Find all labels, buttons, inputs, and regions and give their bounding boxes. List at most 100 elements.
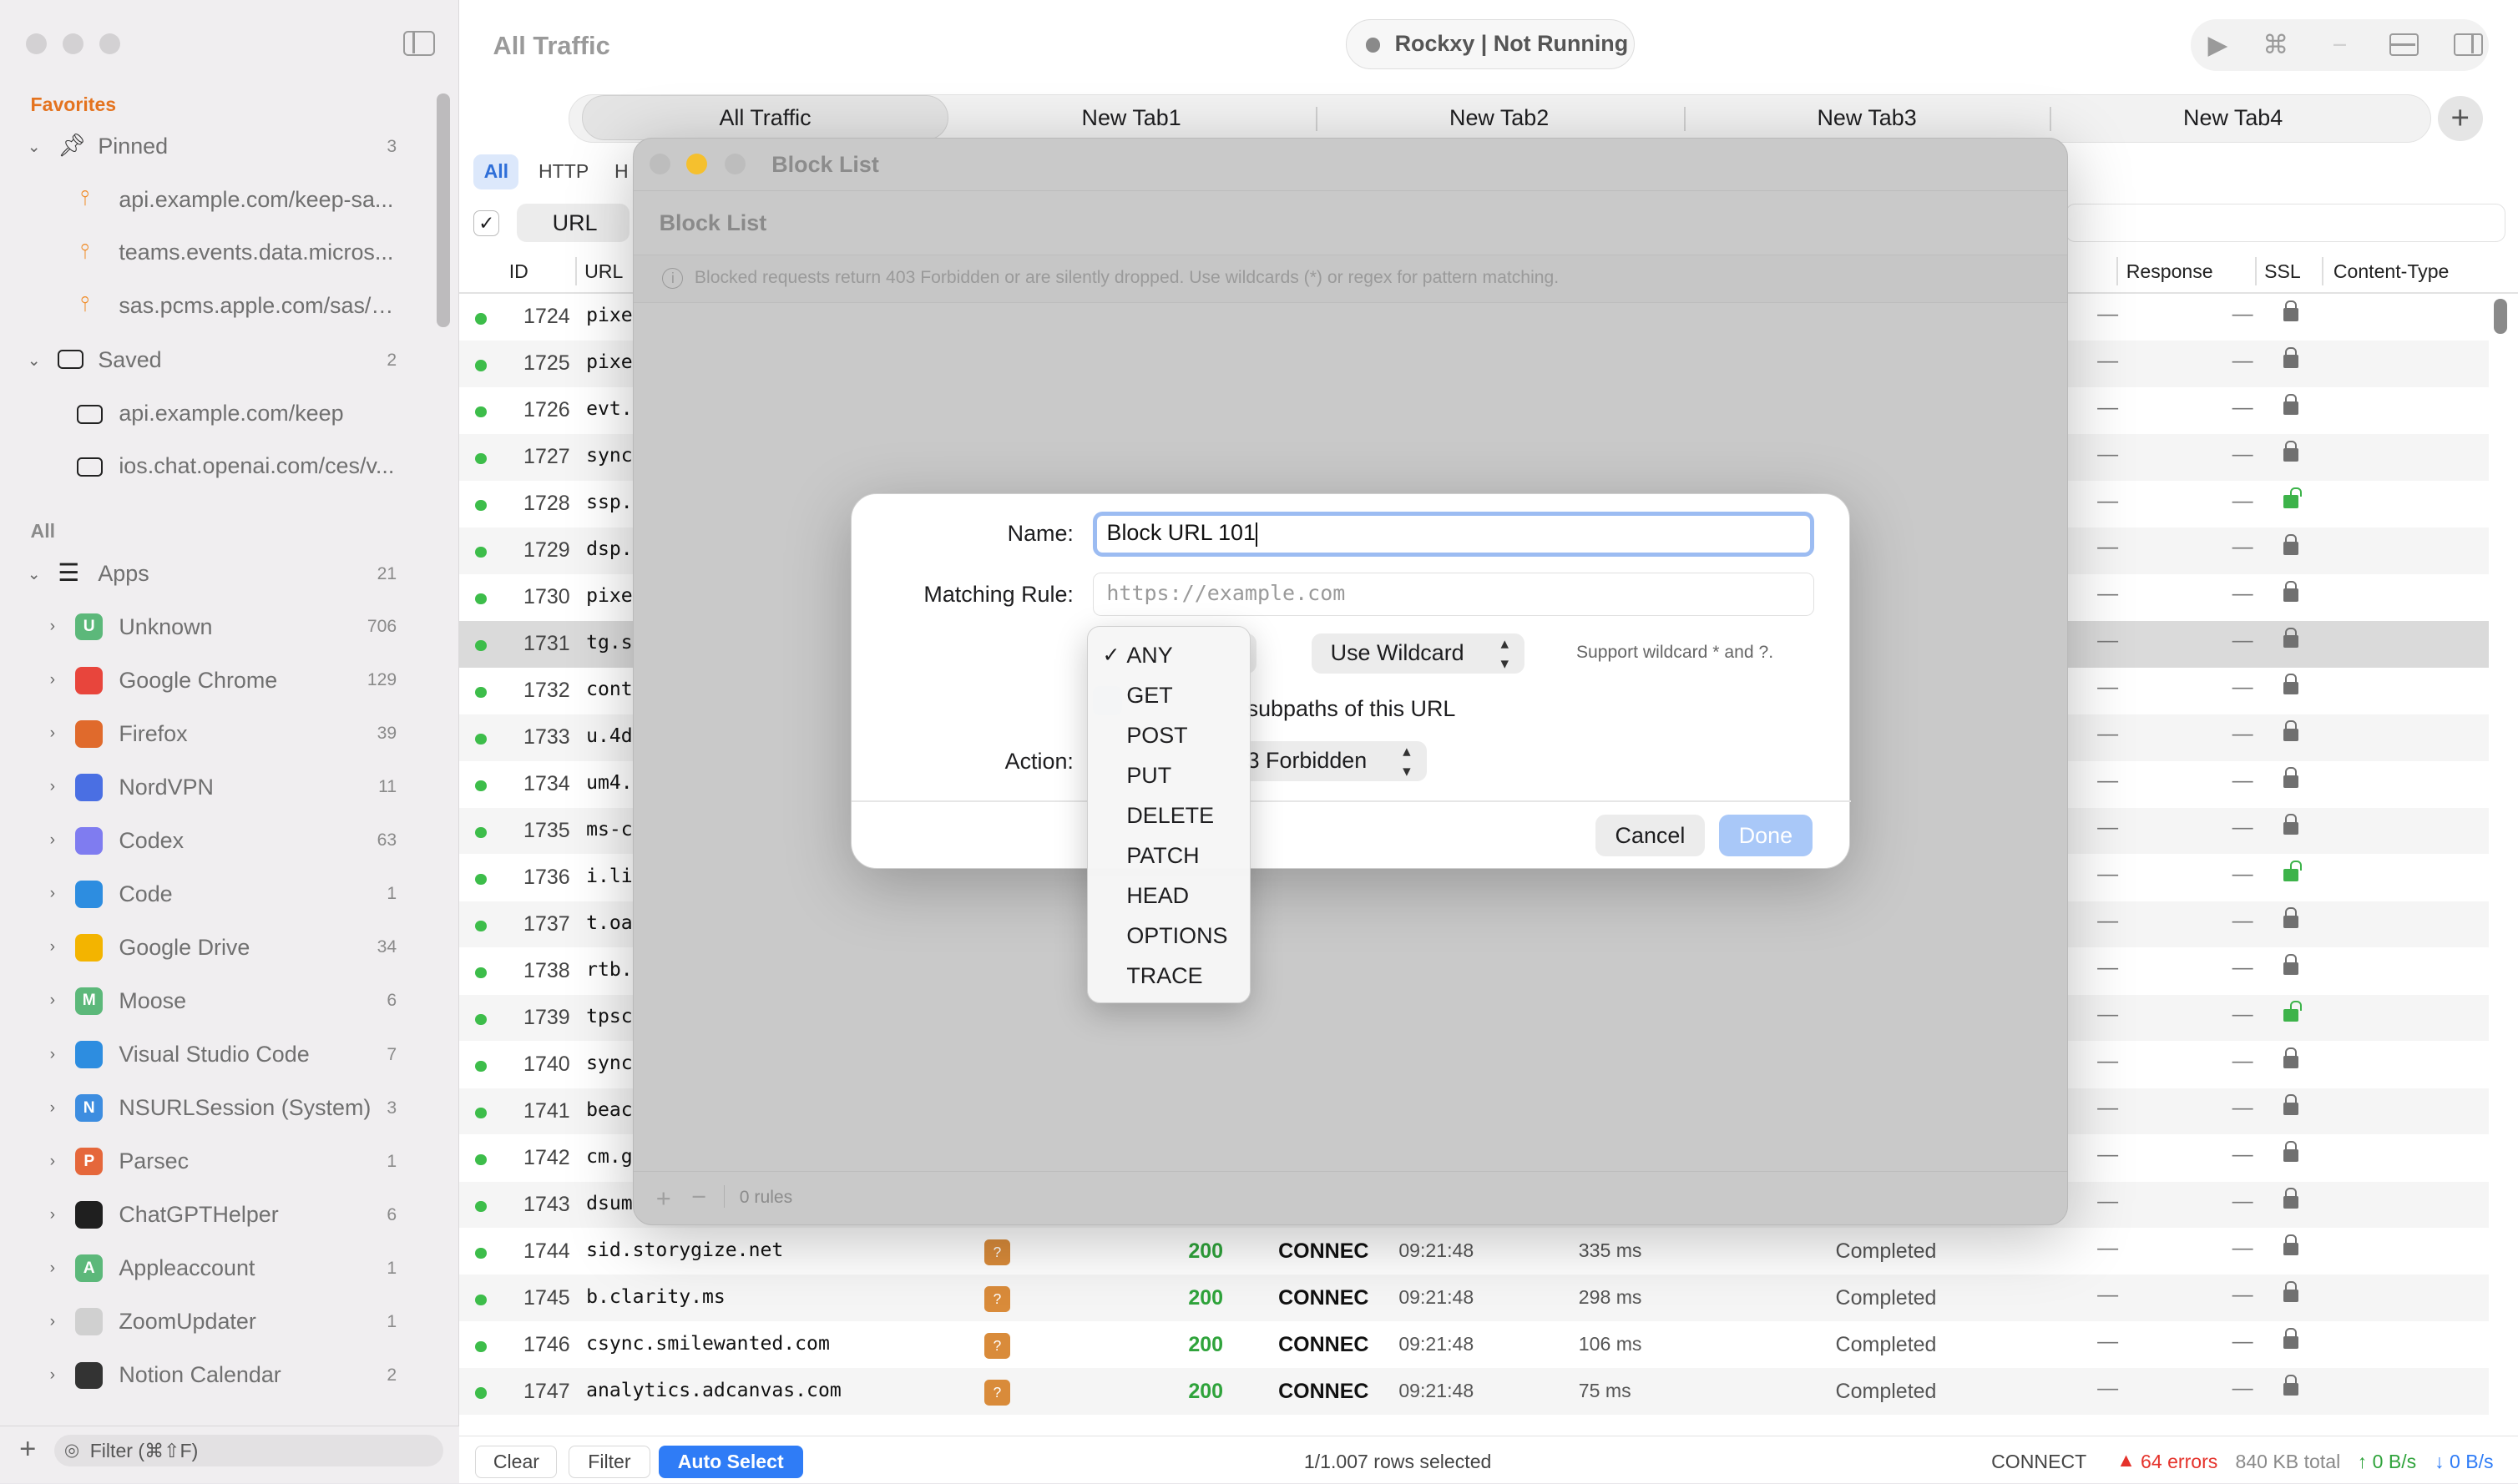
filter-chip-all[interactable]: All bbox=[473, 154, 519, 189]
done-button[interactable]: Done bbox=[1719, 815, 1813, 857]
method-menu-item[interactable]: POST bbox=[1088, 715, 1251, 755]
tab-new-tab3[interactable]: New Tab3 bbox=[1684, 95, 2050, 140]
sidebar-item-app[interactable]: › P Parsec 1 bbox=[0, 1135, 433, 1188]
method-menu-item[interactable]: PUT bbox=[1088, 755, 1251, 795]
add-rule-button[interactable]: + bbox=[656, 1184, 671, 1214]
sidebar-item-app[interactable]: › Codex 63 bbox=[0, 815, 433, 867]
filter-enabled-checkbox[interactable]: ✓ bbox=[473, 209, 500, 236]
split-vertical-icon[interactable] bbox=[2447, 24, 2489, 66]
matching-rule-input[interactable]: https://example.com bbox=[1092, 572, 1814, 616]
tab-all-traffic[interactable]: All Traffic bbox=[582, 95, 948, 141]
command-icon[interactable]: ⌘ bbox=[2255, 24, 2297, 66]
pinned-item[interactable]: ⫯ teams.events.data.micros... bbox=[0, 226, 433, 279]
remove-rule-button[interactable]: − bbox=[691, 1182, 706, 1212]
method-menu-item[interactable]: DELETE bbox=[1088, 795, 1251, 835]
table-row[interactable]: 1746 csync.smilewanted.com? 200 CONNEC 09:21… bbox=[459, 1321, 2489, 1368]
add-tab-button[interactable]: + bbox=[2437, 96, 2483, 142]
sidebar-item-app[interactable]: › N NSURLSession (System) 3 bbox=[0, 1082, 433, 1134]
chevron-right-icon[interactable]: › bbox=[50, 778, 55, 796]
chevron-right-icon[interactable]: › bbox=[50, 1206, 55, 1224]
zoom-window-button[interactable] bbox=[99, 33, 121, 55]
sidebar-item-app[interactable]: › Google Chrome 129 bbox=[0, 654, 433, 706]
column-header-ssl[interactable]: SSL bbox=[2264, 260, 2301, 283]
sidebar-scrollbar[interactable] bbox=[437, 93, 450, 328]
tab-new-tab1[interactable]: New Tab1 bbox=[948, 95, 1315, 140]
saved-item-label: api.example.com/keep bbox=[119, 400, 344, 426]
chevron-right-icon[interactable]: › bbox=[50, 885, 55, 903]
pinned-item[interactable]: ⫯ api.example.com/keep-sa... bbox=[0, 174, 433, 226]
add-icon[interactable]: + bbox=[19, 1433, 36, 1466]
filter-button[interactable]: Filter bbox=[568, 1446, 650, 1478]
play-icon[interactable]: ▶ bbox=[2197, 24, 2238, 66]
filter-text-input[interactable] bbox=[2065, 204, 2505, 243]
chevron-right-icon[interactable]: › bbox=[50, 1153, 55, 1171]
column-header-id[interactable]: ID bbox=[509, 260, 528, 283]
method-menu-item[interactable]: OPTIONS bbox=[1088, 916, 1251, 956]
column-header-content-type[interactable]: Content-Type bbox=[2333, 260, 2450, 283]
rule-name-input[interactable]: Block URL 101 bbox=[1092, 511, 1814, 557]
sidebar-item-app[interactable]: › M Moose 6 bbox=[0, 975, 433, 1027]
method-menu-item[interactable]: GET bbox=[1088, 675, 1251, 715]
toggle-sidebar-icon[interactable] bbox=[402, 30, 436, 57]
split-horizontal-icon[interactable] bbox=[2383, 24, 2424, 66]
proxy-status-pill[interactable]: Rockxy | Not Running bbox=[1345, 19, 1636, 69]
close-window-button[interactable] bbox=[25, 33, 47, 55]
sidebar-item-app[interactable]: › NordVPN 11 bbox=[0, 761, 433, 814]
sidebar-item-app[interactable]: › Code 1 bbox=[0, 868, 433, 921]
chevron-right-icon[interactable]: › bbox=[50, 1099, 55, 1118]
filter-chip-http[interactable]: HTTP bbox=[532, 154, 596, 189]
sidebar-item-app[interactable]: › Notion Calendar 2 bbox=[0, 1349, 433, 1401]
minimize-window-button[interactable] bbox=[686, 153, 708, 174]
sidebar-group-pinned[interactable]: ⌄ 📌︎ Pinned 3 bbox=[0, 120, 433, 173]
table-row[interactable]: 1744 sid.storygize.net? 200 CONNEC 09:21:48 3… bbox=[459, 1228, 2489, 1275]
clear-button[interactable]: Clear bbox=[475, 1446, 558, 1478]
zoom-window-button[interactable] bbox=[725, 153, 746, 174]
column-header-url[interactable]: URL bbox=[584, 260, 623, 283]
saved-item[interactable]: ios.chat.openai.com/ces/v... bbox=[0, 440, 433, 492]
tab-new-tab4[interactable]: New Tab4 bbox=[2050, 95, 2416, 140]
chevron-right-icon[interactable]: › bbox=[50, 671, 55, 689]
filter-chip-h[interactable]: H bbox=[609, 154, 635, 189]
chevron-down-icon[interactable]: ⌄ bbox=[28, 564, 41, 584]
chevron-down-icon[interactable]: ⌄ bbox=[28, 137, 41, 157]
column-header-response[interactable]: Response bbox=[2126, 260, 2213, 283]
method-menu-item[interactable]: PATCH bbox=[1088, 835, 1251, 876]
table-scrollbar[interactable] bbox=[2494, 298, 2507, 335]
chevron-right-icon[interactable]: › bbox=[50, 618, 55, 636]
chevron-right-icon[interactable]: › bbox=[50, 1366, 55, 1385]
sidebar-item-app[interactable]: › Google Drive 34 bbox=[0, 921, 433, 974]
close-window-button[interactable] bbox=[650, 153, 671, 174]
chevron-right-icon[interactable]: › bbox=[50, 1046, 55, 1064]
chevron-down-icon[interactable]: ⌄ bbox=[28, 351, 41, 371]
method-menu-item[interactable]: TRACE bbox=[1088, 956, 1251, 996]
table-row[interactable]: 1745 b.clarity.ms? 200 CONNEC 09:21:48 298 ms… bbox=[459, 1275, 2490, 1322]
match-mode-popup[interactable]: Use Wildcard ▴ ▾ bbox=[1311, 633, 1525, 674]
sidebar-item-app[interactable]: › Visual Studio Code 7 bbox=[0, 1028, 433, 1081]
block-list-footer: + − 0 rules bbox=[633, 1171, 2068, 1224]
table-row[interactable]: 1747 analytics.adcanvas.com? 200 CONNEC 09:2… bbox=[459, 1368, 2490, 1416]
chevron-right-icon[interactable]: › bbox=[50, 992, 55, 1010]
sidebar-filter-input[interactable]: ◎ Filter (⌘⇧F) bbox=[54, 1434, 443, 1467]
chevron-right-icon[interactable]: › bbox=[50, 938, 55, 957]
cancel-button[interactable]: Cancel bbox=[1595, 815, 1705, 857]
method-menu-item[interactable]: HEAD bbox=[1088, 876, 1251, 916]
sidebar-group-saved[interactable]: ⌄ Saved 2 bbox=[0, 334, 433, 386]
pinned-item[interactable]: ⫯ sas.pcms.apple.com/sas/v... bbox=[0, 280, 433, 332]
sidebar-item-app[interactable]: › A Appleaccount 1 bbox=[0, 1242, 433, 1295]
filter-field-select[interactable]: URL bbox=[517, 204, 630, 243]
tab-new-tab2[interactable]: New Tab2 bbox=[1316, 95, 1682, 140]
chevron-right-icon[interactable]: › bbox=[50, 1259, 55, 1278]
chevron-right-icon[interactable]: › bbox=[50, 1313, 55, 1331]
method-menu-item[interactable]: ✓ ANY bbox=[1088, 635, 1251, 675]
sidebar-item-app[interactable]: › ChatGPTHelper 6 bbox=[0, 1189, 433, 1241]
chevron-right-icon[interactable]: › bbox=[50, 724, 55, 743]
sidebar-group-apps[interactable]: ⌄ ☰ Apps 21 bbox=[0, 548, 433, 600]
sidebar-item-app[interactable]: › Firefox 39 bbox=[0, 707, 433, 760]
auto-select-button[interactable]: Auto Select bbox=[658, 1446, 803, 1478]
sidebar-item-app[interactable]: › U Unknown 706 bbox=[0, 600, 433, 653]
sidebar-item-app[interactable]: › ZoomUpdater 1 bbox=[0, 1295, 433, 1348]
minus-icon[interactable]: − bbox=[2319, 24, 2361, 66]
saved-item[interactable]: api.example.com/keep bbox=[0, 387, 433, 440]
minimize-window-button[interactable] bbox=[63, 33, 84, 55]
chevron-right-icon[interactable]: › bbox=[50, 831, 55, 850]
